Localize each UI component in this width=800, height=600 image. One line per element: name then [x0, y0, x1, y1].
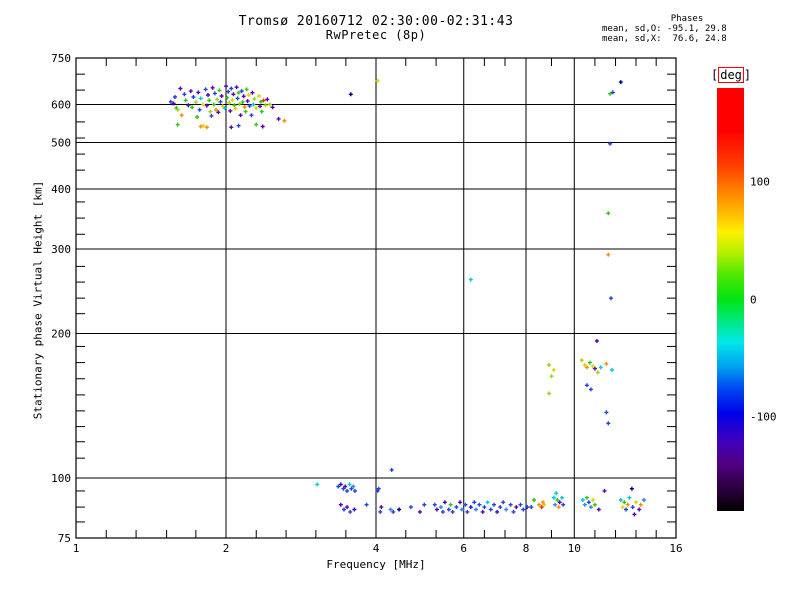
colorbar-unit-label: [deg]: [711, 67, 752, 83]
data-points-y: [201, 78, 638, 510]
y-tick-label: 300: [51, 243, 71, 256]
ionogram-page: Tromsø 20160712 02:30:00-02:31:43 RwPret…: [0, 0, 800, 600]
data-points-g: [174, 87, 627, 507]
y-tick-label: 400: [51, 183, 71, 196]
y-tick-label: 100: [51, 472, 71, 485]
data-points-b: [168, 86, 635, 514]
x-tick-label: 10: [568, 542, 581, 555]
data-points-r: [261, 98, 544, 510]
y-tick-label: 75: [58, 532, 71, 545]
data-points-d: [348, 80, 634, 512]
y-tick-label: 750: [51, 52, 71, 65]
y-tick-label: 600: [51, 99, 71, 112]
colorbar-tick: 0: [750, 293, 757, 306]
y-tick-label: 500: [51, 137, 71, 150]
x-tick-label: 1: [73, 542, 80, 555]
data-points-c: [198, 96, 632, 505]
x-tick-label: 4: [373, 542, 380, 555]
data-points-yg: [175, 97, 600, 396]
x-axis-title: Frequency [MHz]: [326, 558, 426, 571]
colorbar-tick: -100: [750, 410, 777, 424]
x-tick-label: 16: [669, 542, 682, 555]
x-tick-label: 8: [523, 542, 530, 555]
data-points-o: [179, 105, 643, 510]
colorbar-unit-text: deg: [718, 67, 744, 83]
colorbar: [717, 88, 744, 511]
colorbar-tick: 100: [750, 175, 770, 189]
x-tick-label: 6: [460, 542, 467, 555]
x-tick-label: 2: [223, 542, 230, 555]
data-points-p: [171, 84, 642, 517]
plot-area: 1 2 4 6 8 10 16 750 600 500 400 300 200 100 75: [51, 52, 683, 555]
y-tick-label: 200: [51, 328, 71, 341]
